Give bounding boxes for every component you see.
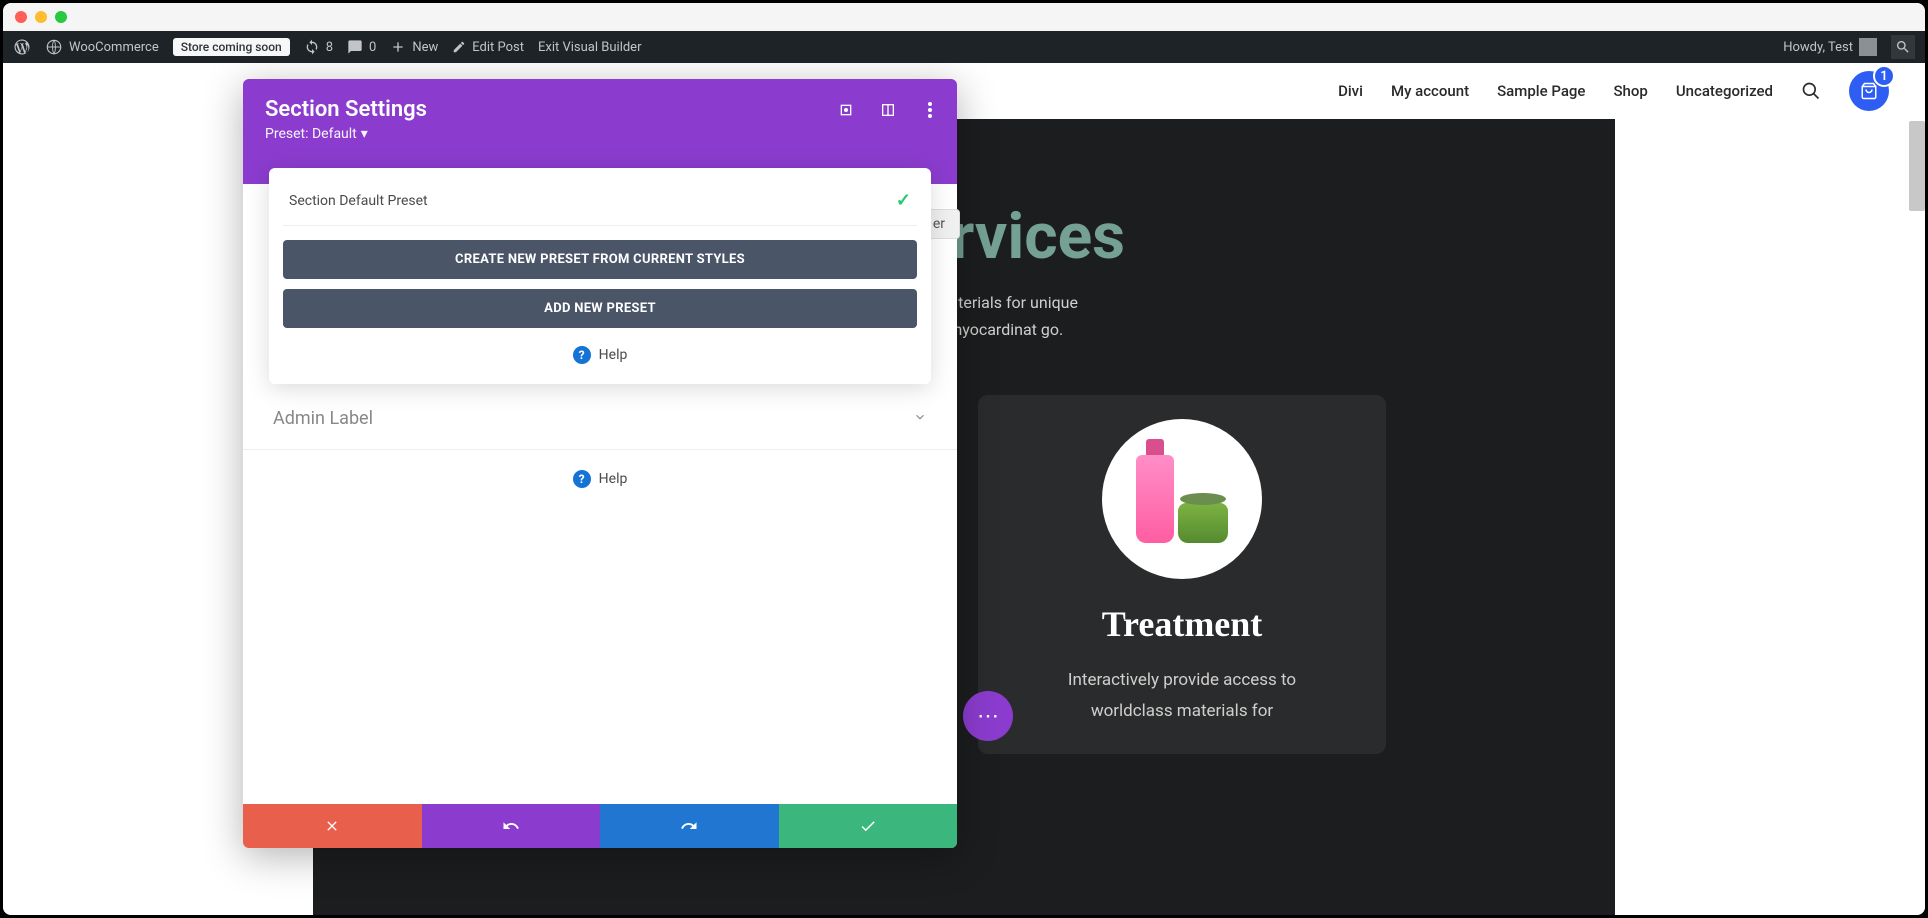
- adminbar-search-icon[interactable]: [1891, 35, 1915, 59]
- cancel-button[interactable]: [243, 804, 422, 848]
- wordpress-logo-icon[interactable]: [13, 38, 31, 56]
- chevron-down-icon: [913, 408, 927, 429]
- modal-help-link[interactable]: ? Help: [243, 449, 957, 508]
- store-status-badge[interactable]: Store coming soon: [173, 38, 290, 56]
- builder-fab-button[interactable]: ⋯: [963, 691, 1013, 741]
- maximize-window-icon[interactable]: [55, 11, 67, 23]
- modal-title: Section Settings: [265, 97, 935, 122]
- more-options-icon[interactable]: [921, 101, 939, 119]
- save-button[interactable]: [779, 804, 958, 848]
- create-preset-button[interactable]: CREATE NEW PRESET FROM CURRENT STYLES: [283, 240, 917, 279]
- minimize-window-icon[interactable]: [35, 11, 47, 23]
- preset-default-label: Section Default Preset: [289, 193, 428, 209]
- nav-my-account[interactable]: My account: [1391, 82, 1469, 100]
- redo-button[interactable]: [600, 804, 779, 848]
- admin-label-toggle[interactable]: Admin Label: [243, 396, 957, 441]
- comments-link[interactable]: 0: [347, 39, 376, 55]
- check-icon: ✓: [896, 190, 911, 211]
- preset-dropdown-toggle[interactable]: Preset: Default ▾: [265, 126, 935, 142]
- help-icon: ?: [573, 346, 591, 364]
- card-text: Interactively provide access to worldcla…: [1006, 665, 1358, 726]
- close-window-icon[interactable]: [15, 11, 27, 23]
- nav-sample-page[interactable]: Sample Page: [1497, 82, 1585, 100]
- cosmetics-icon: [1102, 419, 1262, 579]
- help-icon: ?: [573, 470, 591, 488]
- edit-post-link[interactable]: Edit Post: [452, 40, 524, 55]
- preset-help-link[interactable]: ? Help: [283, 346, 917, 364]
- wp-admin-bar: WooCommerce Store coming soon 8 0 New Ed…: [3, 31, 1925, 63]
- nav-uncategorized[interactable]: Uncategorized: [1676, 82, 1773, 100]
- user-avatar-icon: [1859, 38, 1877, 56]
- scrollbar-thumb[interactable]: [1909, 121, 1925, 211]
- howdy-user[interactable]: Howdy, Test: [1783, 38, 1877, 56]
- preset-dropdown-panel: Section Default Preset ✓ CREATE NEW PRES…: [269, 168, 931, 384]
- cart-button[interactable]: 1: [1849, 71, 1889, 111]
- updates-link[interactable]: 8: [304, 39, 333, 55]
- service-card: Treatment Interactively provide access t…: [978, 395, 1386, 754]
- section-settings-modal: er Section Settings Preset: Default ▾: [243, 79, 957, 848]
- exit-builder-link[interactable]: Exit Visual Builder: [538, 40, 641, 55]
- nav-shop[interactable]: Shop: [1613, 82, 1647, 100]
- add-preset-button[interactable]: ADD NEW PRESET: [283, 289, 917, 328]
- modal-header[interactable]: Section Settings Preset: Default ▾: [243, 79, 957, 156]
- modal-footer: [243, 804, 957, 848]
- cart-count-badge: 1: [1873, 65, 1895, 87]
- header-search-icon[interactable]: [1801, 81, 1821, 101]
- nav-divi[interactable]: Divi: [1338, 82, 1363, 100]
- site-menu[interactable]: WooCommerce: [45, 38, 159, 56]
- woocommerce-label: WooCommerce: [69, 40, 159, 55]
- chevron-down-icon: ▾: [361, 126, 368, 142]
- mac-titlebar: [3, 3, 1925, 31]
- card-title: Treatment: [1006, 603, 1358, 645]
- expand-icon[interactable]: [837, 101, 855, 119]
- preset-default-row[interactable]: Section Default Preset ✓: [283, 190, 917, 226]
- undo-button[interactable]: [422, 804, 601, 848]
- new-content-link[interactable]: New: [390, 39, 438, 55]
- snap-icon[interactable]: [879, 101, 897, 119]
